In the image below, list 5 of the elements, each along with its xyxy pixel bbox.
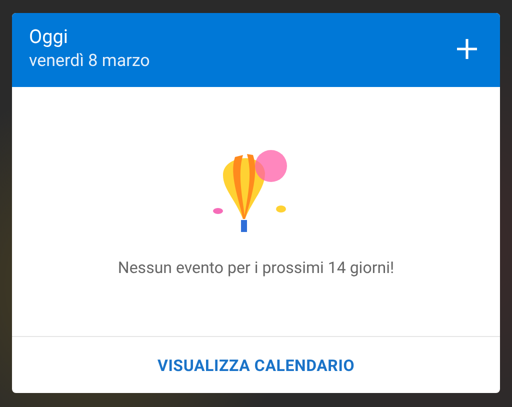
widget-title: Oggi (29, 25, 70, 49)
date-label: venerdì 8 marzo (29, 50, 150, 73)
add-button[interactable] (456, 38, 478, 60)
view-calendar-button[interactable]: VISUALIZZA CALENDARIO (149, 352, 363, 378)
empty-message: Nessun evento per i prossimi 14 giorni! (118, 258, 394, 277)
